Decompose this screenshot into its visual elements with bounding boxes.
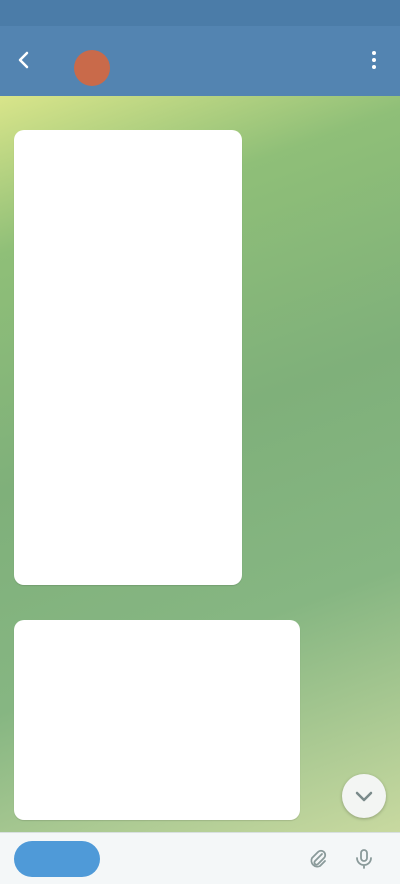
chevron-down-icon: [355, 791, 373, 802]
chat-header: [0, 26, 400, 96]
status-bar: [0, 0, 400, 26]
more-vertical-icon[interactable]: [362, 48, 386, 72]
message-bubble[interactable]: [14, 130, 242, 585]
message-input[interactable]: [112, 843, 292, 875]
microphone-icon[interactable]: [352, 847, 376, 871]
message-composer: [0, 832, 400, 884]
back-arrow-icon[interactable]: [12, 48, 36, 72]
avatar[interactable]: [74, 50, 110, 86]
paperclip-icon[interactable]: [306, 847, 330, 871]
message-bubble[interactable]: [14, 620, 300, 820]
scroll-down-button[interactable]: [342, 774, 386, 818]
primary-action-button[interactable]: [14, 841, 100, 877]
